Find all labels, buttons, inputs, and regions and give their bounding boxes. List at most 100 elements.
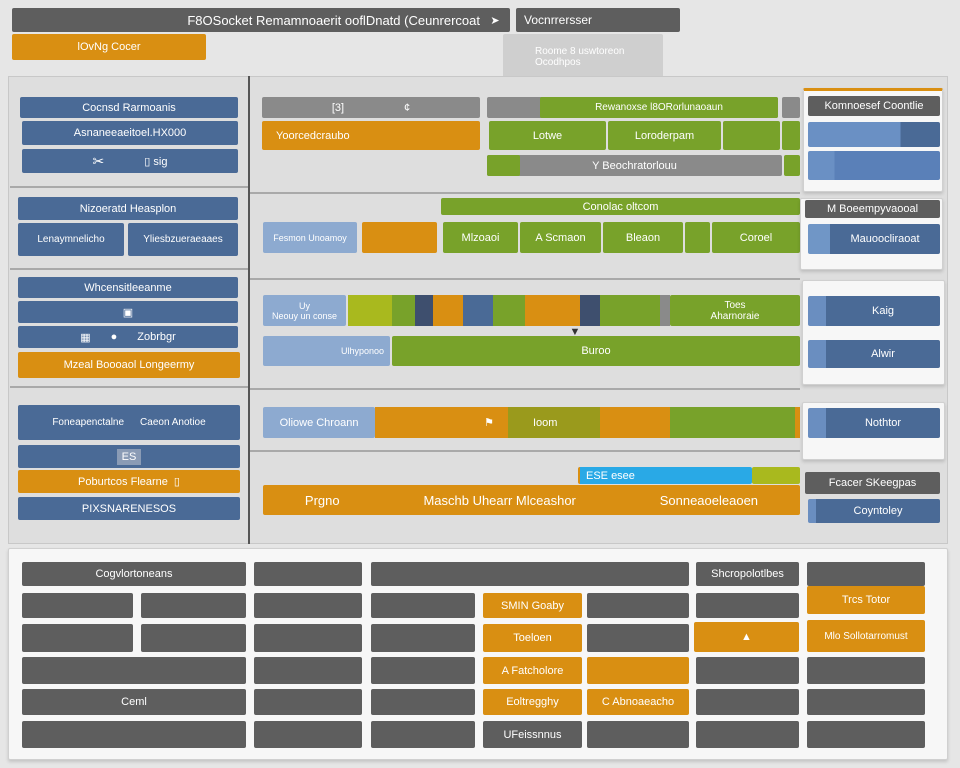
grid-cell-highlight[interactable]: Toeloen (483, 624, 582, 652)
grid-cell[interactable]: Ceml (22, 689, 246, 715)
grid-cell-highlight[interactable]: A Fatcholore (483, 657, 582, 684)
grid-cell-highlight[interactable]: ▲ (694, 622, 799, 652)
row2-cell[interactable]: Coroel (712, 222, 800, 253)
grid-cell-highlight[interactable]: Trcs Totor (807, 586, 925, 614)
tab-header[interactable]: Vocnrrersser (516, 8, 680, 32)
grid-cell[interactable]: Shcropolotlbes (696, 562, 799, 586)
orange-tab[interactable]: lOvNg Cocer (12, 34, 206, 60)
sidebar-item-right[interactable]: Yliesbzueraeaaes (128, 223, 238, 256)
grid-cell[interactable]: Cogvlortoneans (22, 562, 246, 586)
grid-cell[interactable] (696, 721, 799, 748)
row3-light[interactable]: Uy Neouy un conse (263, 295, 346, 326)
grid-cell[interactable] (587, 624, 689, 652)
label: Oliowe Chroann (279, 416, 359, 429)
grid-cell-highlight[interactable]: Eoltregghy (483, 689, 582, 715)
grid-cell[interactable] (141, 593, 246, 618)
row2-header[interactable]: Conolac oltcom (441, 198, 800, 215)
grid-cell[interactable] (587, 721, 689, 748)
sidebar-item[interactable]: PIXSNARENESOS (18, 497, 240, 520)
grid-cell[interactable] (371, 593, 475, 618)
sidebar-item-left[interactable]: Lenaymnelicho (18, 223, 124, 256)
sidebar-item[interactable]: Poburtcos Flearne ▯ (18, 470, 240, 493)
sidebar-item[interactable]: Asnaneeaeitoel.HX000 (22, 121, 238, 145)
grid-cell[interactable] (371, 562, 689, 586)
right-card-item[interactable]: Kaig (808, 296, 940, 326)
row1-gray-bar[interactable]: [3] ¢ (262, 97, 480, 118)
grid-cell[interactable] (807, 721, 925, 748)
window-title: F8OSocket Remamnoaerit ooflDnatd (Ceunre… (187, 12, 480, 28)
sidebar-item[interactable]: Whcensitleeanme (18, 277, 238, 298)
row1-cell[interactable]: Lotwe (489, 121, 606, 150)
grid-cell-highlight[interactable]: SMIN Goaby (483, 593, 582, 618)
grid-cell[interactable] (371, 689, 475, 715)
row2-cell[interactable] (685, 222, 710, 253)
label: ESE esee (586, 469, 635, 482)
grid-cell[interactable] (371, 624, 475, 652)
row3-green[interactable]: Buroo (392, 336, 800, 366)
sidebar-item[interactable]: Cocnsd Rarmoanis (20, 97, 238, 118)
right-card-header[interactable]: M Boeempyvaooal (805, 200, 940, 218)
row1-green-header[interactable]: Rewanoxse l8ORorlunaoaun (540, 97, 778, 118)
grid-cell[interactable] (696, 593, 799, 618)
sidebar-item-icon[interactable]: ▣ (18, 301, 238, 323)
row4-orange[interactable]: ⚑ (375, 407, 508, 438)
row2-cell[interactable]: Bleaon (603, 222, 683, 253)
row1-cell[interactable] (723, 121, 780, 150)
grid-cell[interactable]: UFeissnnus (483, 721, 582, 748)
right-card-header[interactable]: Komnoesef Coontlie (808, 96, 940, 116)
right-card-item[interactable]: Mauoocliraoat (808, 224, 940, 254)
row2-cell[interactable]: A Scmaon (520, 222, 601, 253)
strip-segment-labeled[interactable]: Toes Aharnoraie (670, 295, 800, 326)
right-card-item[interactable]: Alwir (808, 340, 940, 368)
label: Yoorcedcraubo (276, 129, 350, 142)
grid-cell[interactable] (254, 721, 362, 748)
grid-cell[interactable] (807, 657, 925, 684)
grid-cell[interactable] (587, 593, 689, 618)
grid-cell-highlight[interactable]: C Abnoaeacho (587, 689, 689, 715)
right-card-bar[interactable] (808, 151, 940, 180)
sidebar-item-active[interactable]: Mzeal Boooaol Longeermy (18, 352, 240, 378)
grid-cell[interactable] (807, 689, 925, 715)
grid-cell[interactable] (254, 624, 362, 652)
grid-cell-highlight[interactable]: Mlo Sollotarromust (807, 620, 925, 652)
right-card-bar[interactable] (808, 122, 940, 147)
row2-cell[interactable]: Mlzoaoi (443, 222, 518, 253)
row2-orange[interactable] (362, 222, 437, 253)
row4-olive[interactable]: Ioom (508, 407, 600, 438)
row1-orange-bar[interactable]: Yoorcedcraubo (262, 121, 480, 150)
right-header[interactable]: Fcacer SKeegpas (805, 472, 940, 494)
grid-cell[interactable] (254, 657, 362, 684)
grid-cell[interactable] (254, 562, 362, 586)
label: UFeissnnus (503, 728, 562, 741)
row1-gray-bar2[interactable]: Y Beochratorlouu (487, 155, 782, 176)
grid-cell[interactable] (807, 562, 925, 586)
grid-cell[interactable] (141, 624, 246, 652)
grid-cell[interactable] (22, 657, 246, 684)
row2-light[interactable]: Fesmon Unoamoy (263, 222, 357, 253)
label: Loroderpam (634, 129, 695, 142)
sidebar-item-icon[interactable]: ES (18, 445, 240, 468)
sidebar-item-tools[interactable]: ✂ ▯ sig (22, 149, 238, 173)
right-item[interactable]: Coyntoley (808, 499, 940, 523)
row5-progress[interactable]: ESE esee (578, 467, 752, 484)
grid-cell[interactable] (254, 689, 362, 715)
sidebar-item[interactable]: Foneapenctalne Caeon Anotioe (18, 405, 240, 440)
grid-cell[interactable] (696, 657, 799, 684)
grid-cell[interactable] (254, 593, 362, 618)
grid-cell[interactable] (371, 657, 475, 684)
sidebar-item[interactable]: ▦ ● Zobrbgr (18, 326, 238, 348)
right-card-item[interactable]: Nothtor (808, 408, 940, 438)
row4-light[interactable]: Oliowe Chroann (263, 407, 375, 438)
sidebar-item[interactable]: Nizoeratd Heasplon (18, 197, 238, 220)
grid-cell-highlight[interactable] (587, 657, 689, 684)
row5-orange-bar[interactable]: Prgno Maschb Uhearr Mlceashor Sonneaoeleao… (263, 485, 800, 515)
tooltip-line: Ocodhpos (535, 57, 581, 68)
grid-cell[interactable] (22, 593, 133, 618)
grid-cell[interactable] (22, 721, 246, 748)
row1-cell[interactable]: Loroderpam (608, 121, 721, 150)
row1-cell[interactable] (782, 121, 800, 150)
row3-light2[interactable]: Ulhyponoo (263, 336, 390, 366)
grid-cell[interactable] (371, 721, 475, 748)
grid-cell[interactable] (22, 624, 133, 652)
grid-cell[interactable] (696, 689, 799, 715)
